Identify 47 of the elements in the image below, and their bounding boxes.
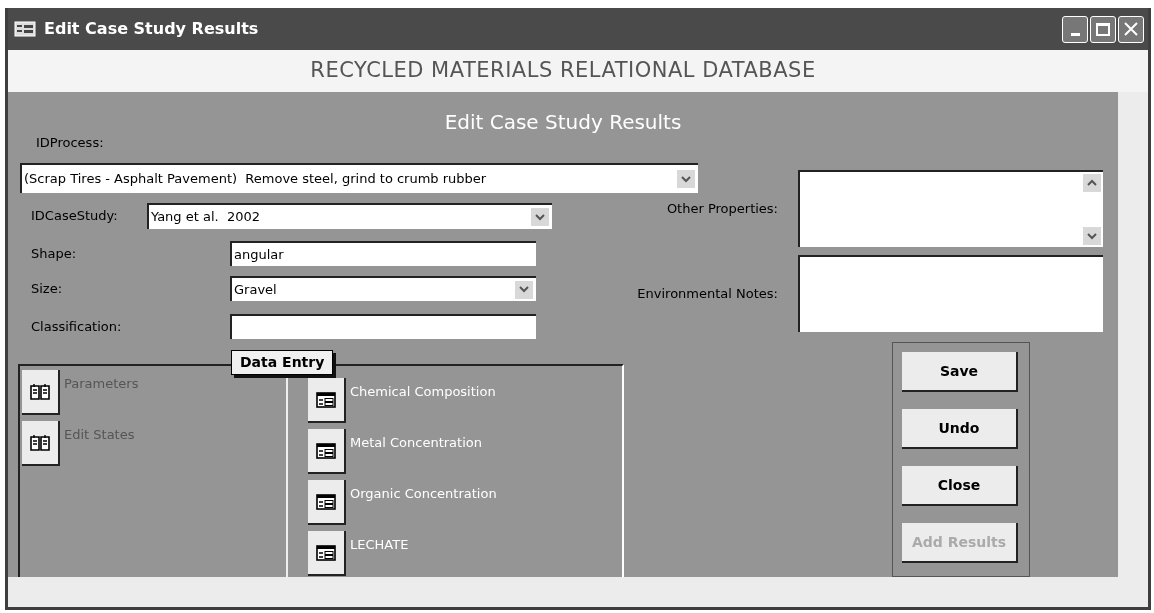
book-icon <box>29 433 51 452</box>
button-label: Chemical Composition <box>350 383 496 401</box>
form-icon <box>316 391 336 408</box>
icon-button[interactable] <box>22 421 60 466</box>
tab[interactable]: Data Entry <box>231 350 334 375</box>
form-icon <box>14 21 36 37</box>
field-label: Size: <box>31 279 64 298</box>
action-button[interactable]: Undo <box>902 409 1018 449</box>
scroll-down-icon[interactable] <box>1083 227 1101 245</box>
button-label: Parameters <box>64 375 139 393</box>
minimize-button[interactable] <box>1062 15 1088 43</box>
form-title: Edit Case Study Results <box>444 109 682 136</box>
close-button[interactable] <box>1118 15 1144 43</box>
field-label: IDProcess: <box>36 135 104 150</box>
action-button[interactable]: Save <box>902 352 1018 392</box>
close-icon <box>1124 22 1138 36</box>
button-label: Organic Concentration <box>350 485 497 503</box>
button-label: LECHATE <box>350 536 409 554</box>
window-title: Edit Case Study Results <box>44 18 259 40</box>
icon-button[interactable] <box>308 531 346 576</box>
field-label: Other Properties: <box>665 199 778 218</box>
dropdown-field[interactable]: Gravel <box>230 276 536 301</box>
form-icon <box>316 544 336 561</box>
dropdown-field[interactable]: Yang et al. 2002 <box>147 203 552 229</box>
scrollbar[interactable] <box>1083 172 1101 247</box>
input-field[interactable] <box>230 314 536 339</box>
scroll-up-icon[interactable] <box>1083 174 1101 192</box>
action-button[interactable]: Close <box>902 466 1018 506</box>
form-icon <box>316 493 336 510</box>
button-label: Edit States <box>64 426 135 444</box>
dropdown-field[interactable]: (Scrap Tires - Asphalt Pavement) Remove steel, grind to crumb rubber <box>20 163 698 193</box>
icon-button[interactable] <box>308 480 346 525</box>
form-icon <box>316 442 336 459</box>
field-label: Classification: <box>31 317 123 336</box>
book-icon <box>29 382 51 401</box>
text-area[interactable] <box>798 170 1103 247</box>
input-field[interactable]: angular <box>230 241 536 266</box>
text-area[interactable] <box>798 255 1103 332</box>
field-label: Shape: <box>31 244 78 263</box>
maximize-button[interactable] <box>1090 15 1116 43</box>
field-label: Environmental Notes: <box>636 284 778 303</box>
field-label: IDCaseStudy: <box>31 207 119 226</box>
database-title: RECYCLED MATERIALS RELATIONAL DATABASE <box>310 57 816 85</box>
icon-button[interactable] <box>22 370 60 415</box>
icon-button[interactable] <box>308 378 346 423</box>
button-label: Metal Concentration <box>350 434 482 452</box>
icon-button[interactable] <box>308 429 346 474</box>
